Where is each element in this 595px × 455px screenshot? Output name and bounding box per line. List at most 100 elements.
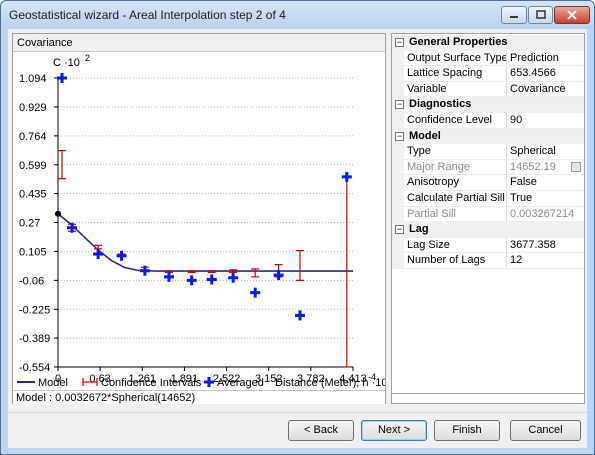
confidence-interval: [251, 268, 260, 278]
property-name: Confidence Level: [407, 113, 507, 129]
category-label: General Properties: [409, 36, 508, 48]
property-lag-size[interactable]: Lag Size 3677.358: [392, 237, 584, 254]
y-tick-label: 1.094: [19, 73, 47, 85]
averaged-point: [294, 310, 305, 321]
property-grid[interactable]: − General Properties Output Surface Type Pr…: [391, 33, 585, 404]
wizard-window: Geostatistical wizard - Areal Interpolat…: [0, 0, 595, 455]
averaged-point: [57, 73, 68, 83]
property-output-surface-type[interactable]: Output Surface Type Prediction: [392, 50, 584, 67]
property-name: Lattice Spacing: [407, 66, 507, 82]
averaged-point: [186, 275, 197, 286]
maximize-button[interactable]: [528, 6, 553, 24]
row-gutter: [392, 113, 404, 129]
row-gutter: [392, 237, 404, 254]
property-name: Anisotropy: [407, 175, 507, 191]
property-value[interactable]: Spherical: [510, 144, 582, 159]
property-number-of-lags[interactable]: Number of Lags 12: [392, 253, 584, 269]
y-tick-label: -0.06: [19, 275, 44, 287]
property-calculate-partial-sill[interactable]: Calculate Partial Sill True: [392, 191, 584, 207]
averaged-point: [228, 272, 239, 283]
description-divider: [392, 393, 584, 394]
graph-header: Covariance: [13, 34, 385, 52]
model-formula: Model : 0.0032672*Spherical(14652): [13, 390, 385, 404]
property-value[interactable]: 12: [510, 253, 582, 268]
category-label: Diagnostics: [409, 98, 472, 111]
property-name: Partial Sill: [407, 206, 507, 223]
row-gutter: [392, 50, 404, 67]
covariance-graph-panel: Covariance 1.094 0.929 0.764 0.599 0.435 0.27…: [12, 33, 386, 404]
cancel-button[interactable]: Cancel: [510, 420, 581, 441]
maximize-icon: [535, 10, 546, 19]
row-gutter: [392, 191, 404, 207]
category-lag[interactable]: − Lag: [392, 222, 584, 238]
category-label: Model: [409, 129, 441, 142]
legend-model-label: Model: [38, 377, 68, 389]
confidence-interval: [295, 249, 304, 281]
property-confidence-level[interactable]: Confidence Level 90: [392, 113, 584, 129]
property-value[interactable]: 653.4566: [510, 66, 582, 81]
property-anisotropy[interactable]: Anisotropy False: [392, 175, 584, 191]
y-tick-label: 0.929: [19, 102, 47, 114]
row-gutter: [392, 159, 404, 176]
collapse-icon[interactable]: −: [395, 100, 404, 110]
x-axis-exponent: -4: [368, 372, 376, 382]
title-bar[interactable]: Geostatistical wizard - Areal Interpolat…: [1, 1, 594, 29]
button-separator: [8, 412, 587, 413]
property-value[interactable]: 3677.358: [510, 238, 582, 253]
property-value[interactable]: False: [510, 175, 582, 190]
model-start-point: [55, 210, 61, 217]
y-tick-label: -0.389: [19, 333, 50, 345]
y-tick-label: 0.764: [19, 131, 47, 143]
close-button[interactable]: [554, 6, 590, 24]
dialog-client: Covariance 1.094 0.929 0.764 0.599 0.435 0.27…: [8, 29, 587, 448]
property-name: Calculate Partial Sill: [407, 191, 507, 207]
property-name: Number of Lags: [407, 253, 507, 269]
y-tick-label: 0.599: [19, 160, 47, 172]
back-button[interactable]: < Back: [288, 420, 354, 441]
window-title: Geostatistical wizard - Areal Interpolat…: [9, 8, 286, 22]
category-model[interactable]: − Model: [392, 128, 584, 145]
y-tick-label: -0.225: [19, 304, 50, 316]
averaged-point: [250, 287, 261, 298]
averaged-point: [116, 250, 127, 261]
property-value[interactable]: 0.003267214: [510, 207, 582, 222]
property-lattice-spacing[interactable]: Lattice Spacing 653.4566: [392, 66, 584, 82]
averaged-point: [206, 274, 217, 285]
minimize-icon: [510, 16, 518, 18]
property-name: Major Range: [407, 159, 507, 176]
covariance-chart[interactable]: 1.094 0.929 0.764 0.599 0.435 0.27 0.105 -0.06 -…: [13, 52, 385, 390]
collapse-icon[interactable]: −: [395, 225, 404, 235]
category-general-properties[interactable]: − General Properties: [392, 35, 584, 51]
y-tick-label: 0.105: [19, 246, 47, 258]
close-icon: [567, 10, 577, 20]
y-tick-label: -0.554: [19, 362, 50, 374]
row-gutter: [392, 81, 404, 98]
property-variable[interactable]: Variable Covariance: [392, 81, 584, 98]
property-value[interactable]: True: [510, 191, 582, 206]
property-partial-sill[interactable]: Partial Sill 0.003267214: [392, 206, 584, 223]
property-value[interactable]: 90: [510, 113, 582, 128]
minimize-button[interactable]: [501, 6, 527, 24]
row-gutter: [392, 253, 404, 269]
property-value[interactable]: Covariance: [510, 82, 582, 97]
collapse-icon[interactable]: −: [395, 131, 404, 141]
legend-averaged-label: Averaged: [217, 377, 264, 389]
property-name: Output Surface Type: [407, 50, 507, 67]
chart-legend: Model Confidence Intervals Averaged Dist…: [17, 372, 385, 389]
finish-button[interactable]: Finish: [434, 420, 500, 441]
property-name: Lag Size: [407, 237, 507, 254]
averaged-point: [93, 249, 104, 260]
row-separator: [404, 267, 584, 269]
property-type[interactable]: Type Spherical: [392, 144, 584, 160]
collapse-icon[interactable]: −: [395, 38, 404, 47]
calculator-icon[interactable]: [571, 161, 581, 172]
legend-confidence-label: Confidence Intervals: [101, 377, 202, 389]
y-tick-label: 0.27: [19, 218, 40, 230]
property-value[interactable]: Prediction: [510, 51, 582, 66]
next-button[interactable]: Next >: [361, 420, 427, 441]
property-name: Variable: [407, 81, 507, 98]
category-label: Lag: [409, 223, 429, 236]
category-diagnostics[interactable]: − Diagnostics: [392, 97, 584, 113]
property-major-range[interactable]: Major Range 14652.19: [392, 159, 584, 176]
y-tick-label: 0.435: [19, 189, 47, 201]
